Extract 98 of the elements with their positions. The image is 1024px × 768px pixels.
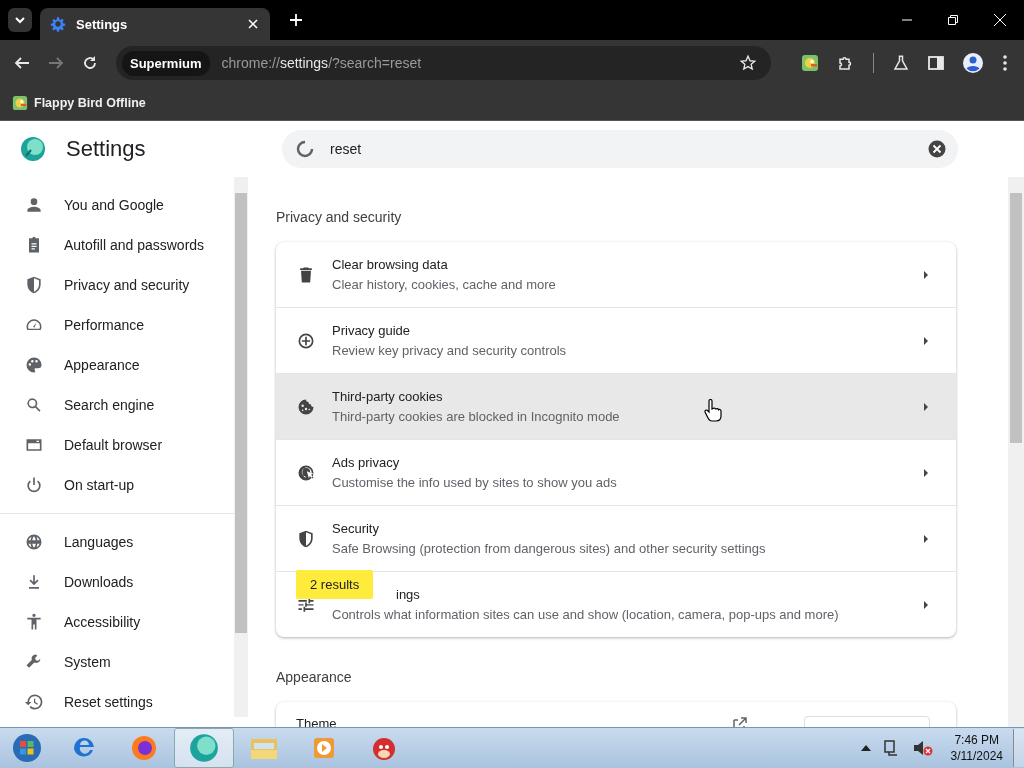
arrow-right-icon: [922, 270, 930, 279]
address-bar[interactable]: Supermium chrome://settings/?search=reset: [116, 46, 771, 80]
show-desktop-button[interactable]: [1013, 729, 1024, 767]
nav-label: Search engine: [64, 397, 155, 413]
nav-item[interactable]: Appearance: [0, 345, 234, 385]
nav-item[interactable]: Accessibility: [0, 602, 234, 642]
date-text: 3/11/2024: [950, 749, 1003, 763]
row-title: Third-party cookies: [332, 389, 443, 404]
clear-icon[interactable]: [928, 140, 946, 158]
nav-label: Languages: [64, 534, 134, 550]
accessibility-icon: [24, 612, 44, 632]
arrow-right-icon: [922, 600, 930, 609]
firefox-icon: [130, 734, 158, 762]
row-title: ings: [395, 587, 420, 602]
time-text: 7:46 PM: [954, 733, 1000, 747]
palette-icon: [24, 355, 44, 375]
nav-label: Downloads: [64, 574, 134, 590]
nav-label: Accessibility: [64, 614, 141, 630]
shield-icon: [24, 275, 44, 295]
bookmark[interactable]: Flappy Bird Offline: [12, 95, 146, 111]
nav-item[interactable]: Downloads: [0, 562, 234, 602]
nav-label: On start-up: [64, 477, 135, 493]
browser-tab[interactable]: Settings: [40, 8, 270, 40]
settings-row[interactable]: Third-party cookies Third-party cookies are blocked in Incognito mode: [276, 373, 956, 439]
nav-item[interactable]: Search engine: [0, 385, 234, 425]
nav-label: Appearance: [64, 357, 140, 373]
nav-label: Autofill and passwords: [64, 237, 205, 253]
row-subtitle: Clear history, cookies, cache and more: [332, 277, 556, 292]
forward-icon[interactable]: [48, 55, 64, 71]
nav-item[interactable]: System: [0, 642, 234, 682]
scrollbar[interactable]: [1008, 177, 1024, 727]
globe-icon: [24, 532, 44, 552]
tab-title: Settings: [76, 16, 128, 32]
settings-row[interactable]: 2 results ings Controls what information sites can use and show (location, camera, pop-ups and more): [276, 571, 956, 637]
close-window-icon[interactable]: [994, 14, 1006, 26]
profile-icon[interactable]: [962, 52, 984, 74]
nav-label: System: [64, 654, 111, 670]
section-title: Privacy and security: [276, 208, 403, 227]
arrow-right-icon: [922, 402, 930, 411]
windows-logo-icon: [12, 733, 42, 763]
speaker-muted-icon[interactable]: [912, 739, 933, 757]
nav-label: Reset settings: [64, 694, 153, 710]
nav-item[interactable]: Languages: [0, 522, 234, 562]
caret-up-icon[interactable]: [860, 744, 871, 752]
arrow-right-icon: [922, 534, 930, 543]
settings-title: Settings: [66, 136, 146, 162]
side-panel-icon[interactable]: [928, 55, 944, 71]
nav-item[interactable]: You and Google: [0, 185, 234, 225]
logo-icon: [20, 136, 46, 162]
reload-icon[interactable]: [82, 55, 98, 71]
nav-item[interactable]: Default browser: [0, 425, 234, 465]
section-title: Appearance: [276, 668, 353, 687]
scrollbar[interactable]: [234, 177, 248, 717]
row-subtitle: Customise the info used by sites to show you ads: [332, 475, 617, 490]
media-player-icon: [311, 735, 337, 761]
row-subtitle: Safe Browsing (protection from dangerous sites) and other security settings: [332, 541, 766, 556]
nav-item[interactable]: Reset settings: [0, 682, 234, 722]
arrow-right-icon: [922, 336, 930, 345]
arrow-right-icon: [922, 468, 930, 477]
settings-row[interactable]: Ads privacy Customise the info used by sites to show you ads: [276, 439, 956, 505]
menu-icon[interactable]: [1002, 54, 1008, 72]
row-subtitle: Controls what information sites can use and show (location, camera, pop-ups and more): [332, 607, 839, 622]
logo-icon: [189, 733, 219, 763]
shield-icon: [296, 528, 316, 549]
chevron-down-icon: [14, 14, 26, 26]
site-chip[interactable]: Supermium: [122, 50, 210, 76]
nav-item[interactable]: On start-up: [0, 465, 234, 505]
history-icon: [24, 692, 44, 712]
search-field[interactable]: reset: [282, 130, 958, 168]
nav-item[interactable]: Autofill and passwords: [0, 225, 234, 265]
flask-icon[interactable]: [892, 54, 910, 72]
close-icon[interactable]: [248, 19, 258, 29]
settings-row[interactable]: Clear browsing data Clear history, cookies, cache and more: [276, 242, 956, 307]
url-text: chrome://settings/?search=reset: [221, 55, 422, 71]
row-subtitle: Third-party cookies are blocked in Incognito mode: [332, 409, 620, 424]
new-tab-icon[interactable]: [290, 14, 302, 26]
row-title: Security: [332, 521, 379, 536]
tab-search-button[interactable]: [8, 8, 32, 32]
nav-label: Performance: [64, 317, 145, 333]
restore-icon[interactable]: [948, 15, 958, 25]
row-title: Clear browsing data: [332, 257, 448, 272]
clock[interactable]: 7:46 PM 3/11/2024: [938, 733, 1013, 763]
person-icon: [24, 195, 44, 215]
results-badge: 2 results: [296, 570, 374, 599]
power-icon: [24, 475, 44, 495]
row-title: Privacy guide: [332, 323, 411, 338]
back-icon[interactable]: [14, 55, 30, 71]
star-icon[interactable]: [739, 54, 757, 72]
nav-item[interactable]: Privacy and security: [0, 265, 234, 305]
nav-label: You and Google: [64, 197, 164, 213]
hand-cursor-icon: [704, 399, 722, 423]
nav-item[interactable]: Performance: [0, 305, 234, 345]
spinner-icon: [294, 138, 316, 160]
row-title: Ads privacy: [332, 455, 400, 470]
gear-icon: [50, 16, 66, 32]
row-subtitle: Review key privacy and security controls: [332, 343, 567, 358]
nav-label: Privacy and security: [64, 277, 190, 293]
nav-label: Default browser: [64, 437, 163, 453]
